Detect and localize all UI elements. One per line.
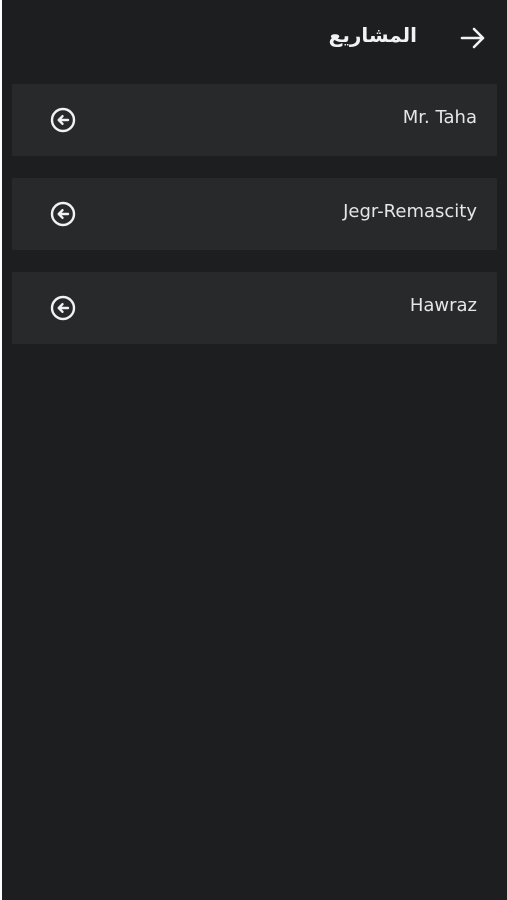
project-label: Hawraz bbox=[409, 295, 477, 316]
project-label: Jegr-Remascity bbox=[343, 201, 477, 222]
header-bar: المشاريع bbox=[2, 0, 507, 72]
project-item-mr-taha[interactable]: Mr. Taha bbox=[12, 84, 497, 156]
project-item-jegr-remascity[interactable]: Jegr-Remascity bbox=[12, 178, 497, 250]
project-label: Mr. Taha bbox=[402, 107, 477, 128]
circle-arrow-left-icon bbox=[50, 201, 76, 227]
back-button[interactable] bbox=[457, 22, 489, 54]
app-screen: المشاريع Mr. Taha Jegr-Remascity Hawraz bbox=[2, 0, 507, 900]
circle-arrow-left-icon bbox=[50, 295, 76, 321]
circle-arrow-left-icon bbox=[50, 107, 76, 133]
project-item-hawraz[interactable]: Hawraz bbox=[12, 272, 497, 344]
page-title: المشاريع bbox=[328, 23, 417, 47]
project-list: Mr. Taha Jegr-Remascity Hawraz bbox=[12, 84, 497, 366]
arrow-right-icon bbox=[460, 27, 485, 49]
